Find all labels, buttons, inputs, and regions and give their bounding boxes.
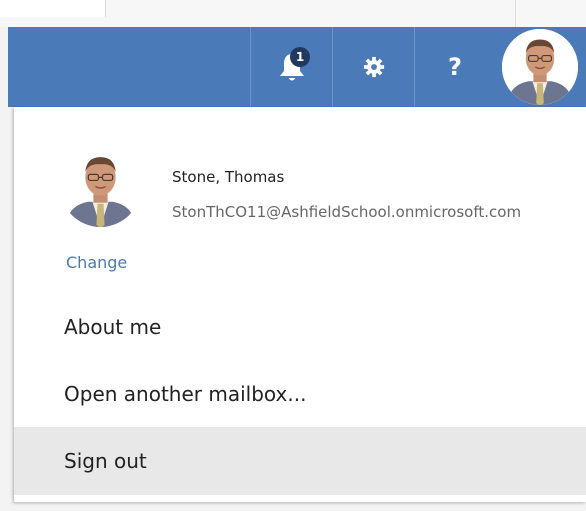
help-button[interactable]: ? [414,27,495,107]
settings-button[interactable] [332,27,415,107]
notification-count-badge: 1 [290,47,310,67]
user-name: Stone, Thomas [172,168,285,186]
user-email: StonThCO11@AshfieldSchool.onmicrosoft.co… [172,203,522,221]
menu-item-label: About me [64,315,162,339]
account-avatar-button[interactable] [502,29,578,105]
menu-item-about-me[interactable]: About me [14,293,586,361]
top-strip [0,0,586,27]
tab-remnant [0,0,106,17]
suite-nav-bar: 1 ? [8,27,586,107]
user-avatar [502,29,578,105]
account-menu-panel: Change Stone, Thomas StonThCO11@Ashfield… [14,107,586,502]
help-icon: ? [448,53,462,81]
divider [515,0,516,27]
menu-item-label: Open another mailbox... [64,382,307,406]
change-photo-link[interactable]: Change [66,253,127,272]
user-photo [60,146,141,227]
profile-photo [60,146,141,227]
notifications-button[interactable]: 1 [250,27,333,107]
menu-item-sign-out[interactable]: Sign out [14,427,586,495]
gear-icon [363,56,385,78]
menu-item-open-another-mailbox[interactable]: Open another mailbox... [14,360,586,428]
menu-item-label: Sign out [64,449,147,473]
